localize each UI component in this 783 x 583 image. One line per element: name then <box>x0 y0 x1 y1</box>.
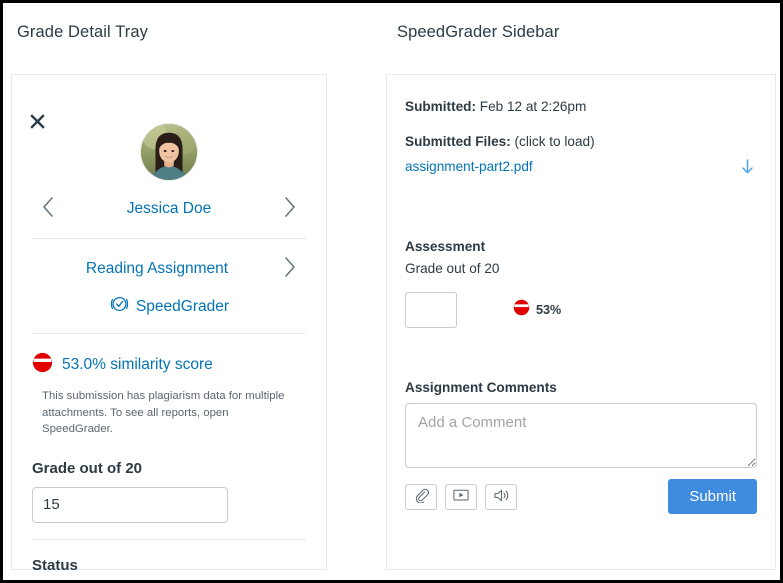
similarity-score-label: 53.0% similarity score <box>62 356 213 373</box>
submitted-row: Submitted: Feb 12 at 2:26pm <box>405 99 757 114</box>
download-file-button[interactable] <box>740 159 755 179</box>
similarity-score-row[interactable]: 53.0% similarity score <box>32 352 306 378</box>
previous-student-button[interactable] <box>36 195 60 222</box>
divider-above-similarity <box>32 333 306 334</box>
submitted-label: Submitted: <box>405 99 476 114</box>
speaker-icon <box>493 488 510 506</box>
speedgrader-icon <box>109 294 130 319</box>
grade-input[interactable] <box>32 486 228 523</box>
plagiarism-note: This submission has plagiarism data for … <box>42 390 285 436</box>
record-audio-button[interactable] <box>485 483 517 510</box>
speedgrader-label: SpeedGrader <box>135 297 230 315</box>
speedgrader-sidebar-title: SpeedGrader Sidebar <box>397 23 560 41</box>
similarity-score-icon <box>513 299 530 321</box>
chevron-right-icon <box>284 197 296 220</box>
student-name-link[interactable]: Jessica Doe <box>60 200 278 218</box>
divider-above-status <box>32 538 306 540</box>
comment-tools <box>405 483 517 510</box>
grade-detail-tray-panel: Jessica Doe Reading Assignment SpeedGrad… <box>11 74 327 574</box>
sidebar-content: Submitted: Feb 12 at 2:26pm Submitted Fi… <box>387 75 775 514</box>
similarity-score-badge[interactable]: 53% <box>513 299 561 321</box>
paperclip-icon <box>414 488 429 506</box>
submitted-file-link[interactable]: assignment-part2.pdf <box>405 159 533 174</box>
student-navigation-row: Jessica Doe <box>32 195 306 222</box>
divider-below-student <box>32 238 306 239</box>
record-media-button[interactable] <box>445 483 477 510</box>
next-assignment-button[interactable] <box>278 255 302 282</box>
grade-out-of-label: Grade out of 20 <box>405 261 500 276</box>
attach-file-button[interactable] <box>405 483 437 510</box>
grade-detail-tray-title: Grade Detail Tray <box>17 23 149 41</box>
submitted-value: Feb 12 at 2:26pm <box>479 99 587 114</box>
assignment-comments-label: Assignment Comments <box>405 380 557 395</box>
next-student-button[interactable] <box>278 195 302 222</box>
speedgrader-link[interactable]: SpeedGrader <box>32 294 306 319</box>
sidebar-grade-input[interactable] <box>405 292 457 328</box>
chevron-left-icon <box>42 197 54 220</box>
submitted-files-hint: (click to load) <box>514 134 595 149</box>
status-label: Status <box>32 556 78 574</box>
submit-comment-button[interactable]: Submit <box>668 479 757 514</box>
assessment-label: Assessment <box>405 239 486 254</box>
comment-actions-row: Submit <box>405 479 757 514</box>
submitted-files-label: Submitted Files: <box>405 134 511 149</box>
grade-field-label: Grade out of 20 <box>32 459 143 477</box>
tray-content: Jessica Doe Reading Assignment SpeedGrad… <box>12 75 326 574</box>
similarity-score-icon <box>32 352 53 378</box>
chevron-right-icon <box>284 257 296 280</box>
similarity-percent-label: 53% <box>536 303 562 317</box>
download-arrow-icon <box>740 159 755 179</box>
student-avatar <box>140 123 198 181</box>
score-entry-row: 53% <box>405 292 757 328</box>
assignment-name-link[interactable]: Reading Assignment <box>36 260 278 278</box>
screenshot-root: Grade Detail Tray SpeedGrader Sidebar Je… <box>0 0 783 583</box>
comment-textarea[interactable] <box>405 403 757 468</box>
submitted-files-row: Submitted Files: (click to load) <box>405 134 757 149</box>
video-icon <box>453 488 469 505</box>
assignment-navigation-row: Reading Assignment <box>32 255 306 282</box>
speedgrader-sidebar-panel: Submitted: Feb 12 at 2:26pm Submitted Fi… <box>386 74 776 570</box>
submitted-file-row: assignment-part2.pdf <box>405 159 757 179</box>
